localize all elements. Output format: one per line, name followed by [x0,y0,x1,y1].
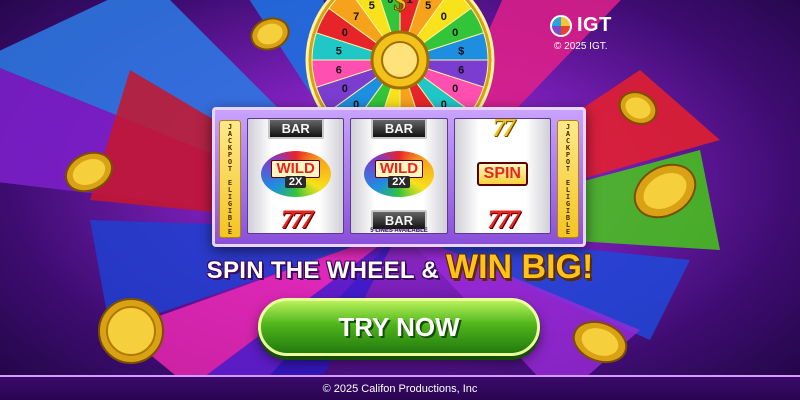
lines-available-label: 5 LINES AVAILABLE [370,228,428,234]
jackpot-eligible-label: JACKPOT ELIGIBLE [226,123,234,235]
gold-coin-icon [633,163,697,219]
jackpot-eligible-panel-left: JACKPOT ELIGIBLE [219,120,241,238]
double-seven-symbol: 77 [492,118,515,142]
wheel-wedge-number: 6 [336,65,342,77]
wild-2x-symbol: WILD 2X [260,151,331,197]
gold-coin-icon [64,151,114,193]
slot-machine: JACKPOT ELIGIBLE BAR WILD 2X 777 BAR WIL… [212,107,586,247]
wild-multiplier: 2X [284,176,307,188]
reel-1: BAR WILD 2X 777 [247,118,345,234]
wild-multiplier: 2X [388,176,410,188]
gold-coin-icon [98,298,164,364]
wheel-wedge-number: 0 [342,83,348,95]
headline: SPIN THE WHEEL & WIN BIG! [0,248,800,287]
spin-symbol: SPIN [476,162,528,186]
footer: © 2025 Califon Productions, Inc [0,375,800,400]
wheel-wedge-number: 7 [353,11,359,23]
triple-seven-symbol: 777 [280,205,314,234]
brand-name: IGT [577,14,612,36]
wheel-wedge-number: 0 [387,0,393,6]
gold-coin-icon [250,17,290,51]
wheel-wedge-number: 0 [342,27,348,39]
brand-copyright: © 2025 IGT. [554,41,608,52]
wheel-wedge-number: 0 [452,27,458,39]
reel-3: 77 SPIN 777 [453,118,551,234]
headline-line-1: SPIN THE WHEEL & [206,257,447,284]
wheel-wedge-number: 5 [336,45,342,57]
gold-coin-icon [572,320,628,364]
wheel-wedge-number: 0 [452,83,458,95]
wheel-dollar-symbol: $ [394,0,407,16]
gold-coin-icon [618,91,658,125]
bar-symbol: BAR [267,119,324,139]
wheel-wedge-number: 5 [425,0,431,12]
wheel-wedge-number: 5 [369,0,375,12]
wheel-wedge-number: 1 [407,0,413,6]
try-now-button[interactable]: TRY NOW [258,298,540,356]
headline-line-2: WIN BIG! [446,248,594,286]
jackpot-eligible-label: JACKPOT ELIGIBLE [564,123,572,235]
wheel-wedge-number: 0 [441,11,447,23]
ad-banner[interactable]: 1500$600150800650750 $ IGT © 2025 IGT. [0,0,800,400]
wild-2x-symbol: WILD 2X [363,151,434,197]
wheel-wedge-number: $ [458,45,464,57]
reel-2: BAR WILD 2X BAR 5 LINES AVAILABLE [350,118,448,234]
triple-seven-symbol: 777 [487,205,520,234]
igt-logo-icon [550,14,572,37]
footer-copyright: © 2025 Califon Productions, Inc [322,382,478,395]
igt-brand: IGT © 2025 IGT. [550,14,640,52]
wheel-wedge-number: 6 [458,65,464,77]
reels: BAR WILD 2X 777 BAR WILD 2X BAR 5 LINES … [247,118,551,234]
bar-symbol: BAR [370,119,428,139]
try-now-label: TRY NOW [338,311,460,342]
jackpot-eligible-panel-right: JACKPOT ELIGIBLE [557,120,579,238]
